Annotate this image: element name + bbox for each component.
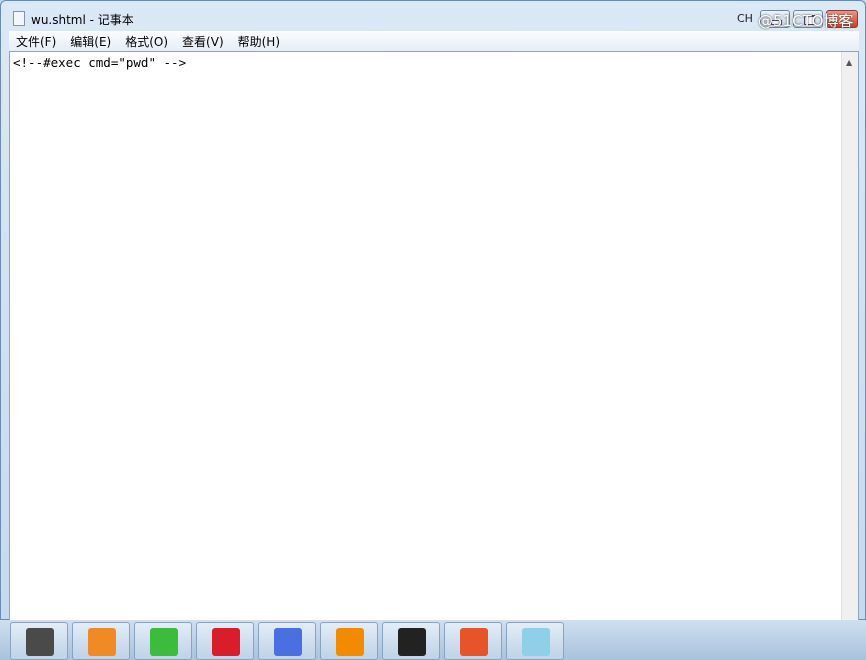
feishu-icon [274,628,302,656]
wechat-icon [150,628,178,656]
taskbar-media-player-button[interactable] [72,622,130,660]
taskbar-vmware-button[interactable] [320,622,378,660]
language-indicator[interactable]: CH [737,12,753,25]
scroll-up-icon[interactable]: ▲ [846,58,852,67]
editor-content[interactable]: <!--#exec cmd="pwd" --> [13,55,186,70]
watermark: @51CTO博客 [758,12,854,30]
terminal-icon [398,628,426,656]
burp-suite-icon [460,628,488,656]
taskbar-netease-music-button[interactable] [196,622,254,660]
vertical-scrollbar[interactable]: ▲ [841,52,858,620]
text-editor[interactable]: <!--#exec cmd="pwd" --> ▲ [9,51,859,621]
window-title: wu.shtml - 记事本 [31,13,134,27]
vmware-icon [336,628,364,656]
menu-edit[interactable]: 编辑(E) [63,31,118,51]
menu-view[interactable]: 查看(V) [175,31,231,51]
taskbar-wechat-button[interactable] [134,622,192,660]
menu-bar: 文件(F) 编辑(E) 格式(O) 查看(V) 帮助(H) [9,31,859,51]
taskbar-notepad-button[interactable] [506,622,564,660]
notepad-window: wu.shtml - 记事本 ✕ 文件(F) 编辑(E) 格式(O) 查看(V)… [0,0,866,621]
notepad-icon [522,628,550,656]
title-bar[interactable]: wu.shtml - 记事本 ✕ [1,1,865,31]
taskbar-burp-suite-button[interactable] [444,622,502,660]
menu-format[interactable]: 格式(O) [118,31,175,51]
menu-help[interactable]: 帮助(H) [231,31,287,51]
taskbar-sublime-text-button[interactable] [10,622,68,660]
media-player-icon [88,628,116,656]
taskbar-terminal-button[interactable] [382,622,440,660]
netease-music-icon [212,628,240,656]
taskbar-feishu-button[interactable] [258,622,316,660]
menu-file[interactable]: 文件(F) [9,31,63,51]
notepad-icon [13,11,25,26]
taskbar [0,620,866,660]
sublime-text-icon [26,628,54,656]
